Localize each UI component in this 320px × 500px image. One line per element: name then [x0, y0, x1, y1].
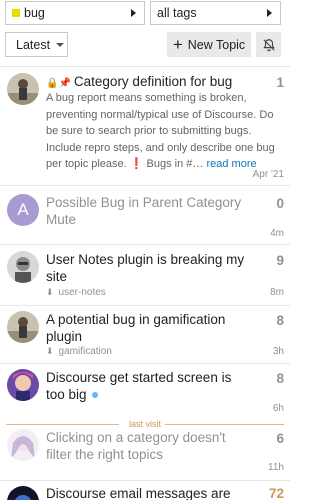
topic-tag[interactable]: ⬇ gamification: [46, 346, 112, 357]
activity-age[interactable]: 6h: [273, 403, 284, 414]
reply-count[interactable]: 8: [276, 371, 284, 386]
topic-row[interactable]: Discourse email messages are 72: [0, 480, 290, 500]
caret-right-icon: [267, 9, 272, 17]
avatar[interactable]: [7, 369, 39, 401]
avatar[interactable]: [7, 429, 39, 461]
last-visit-line-right: [165, 424, 284, 425]
topic-title[interactable]: A potential bug in gamification plugin: [46, 311, 246, 345]
tags-dropdown-label: all tags: [157, 6, 197, 20]
new-topic-label: New Topic: [187, 37, 246, 52]
tags-dropdown[interactable]: all tags: [150, 1, 281, 25]
topic-title[interactable]: User Notes plugin is breaking my site: [46, 251, 246, 285]
tag-label: gamification: [58, 346, 112, 357]
tag-icon: ⬇: [46, 287, 54, 297]
topic-row[interactable]: Discourse get started screen is too big …: [0, 363, 290, 418]
topic-title[interactable]: Discourse get started screen is too big: [46, 369, 246, 403]
reply-count[interactable]: 1: [276, 75, 284, 90]
bell-slash-icon: [262, 38, 275, 51]
avatar-letter: A: [17, 200, 29, 219]
topic-title[interactable]: Possible Bug in Parent Category Mute: [46, 194, 246, 228]
category-dropdown-label: bug: [24, 6, 45, 20]
sort-dropdown[interactable]: Latest: [5, 32, 68, 57]
reply-count[interactable]: 8: [276, 313, 284, 328]
read-more-link[interactable]: read more: [206, 158, 256, 170]
topic-row[interactable]: A potential bug in gamification plugin ⬇…: [0, 305, 290, 362]
avatar[interactable]: [7, 311, 39, 343]
sort-label: Latest: [16, 37, 51, 52]
plus-icon: +: [172, 35, 183, 54]
caret-right-icon: [131, 9, 136, 17]
topic-title-text: Category definition for bug: [73, 74, 233, 89]
activity-age[interactable]: 11h: [268, 462, 284, 473]
topic-row[interactable]: User Notes plugin is breaking my site ⬇ u…: [0, 244, 290, 304]
topic-row[interactable]: A Possible Bug in Parent Category Mute 0…: [0, 185, 290, 243]
avatar[interactable]: [7, 486, 39, 500]
category-color-swatch: [12, 9, 20, 17]
topic-title[interactable]: Clicking on a category doesn't filter th…: [46, 429, 246, 463]
category-dropdown[interactable]: bug: [5, 1, 145, 25]
topic-row-pinned[interactable]: 🔒📌 Category definition for bug A bug repo…: [0, 66, 290, 184]
activity-age[interactable]: 4m: [270, 228, 284, 239]
activity-age[interactable]: 8m: [270, 287, 284, 298]
reply-count[interactable]: 6: [276, 431, 284, 446]
tag-label: user-notes: [58, 287, 106, 298]
avatar[interactable]: [7, 73, 39, 105]
last-visit-divider: last visit: [0, 419, 290, 429]
tag-icon: ⬇: [46, 346, 54, 356]
topic-row[interactable]: Clicking on a category doesn't filter th…: [0, 429, 290, 479]
reply-count[interactable]: 72: [269, 486, 284, 500]
activity-age[interactable]: Apr '21: [253, 169, 284, 180]
topic-title[interactable]: Discourse email messages are: [46, 485, 246, 500]
notification-level-button[interactable]: [256, 32, 281, 57]
reply-count[interactable]: 9: [276, 253, 284, 268]
avatar[interactable]: A: [7, 194, 39, 226]
reply-count[interactable]: 0: [276, 196, 284, 211]
topic-title-text: Discourse get started screen is too big: [46, 370, 232, 402]
topic-excerpt: A bug report means something is broken, …: [46, 90, 282, 173]
topic-tag[interactable]: ⬇ user-notes: [46, 287, 106, 298]
avatar[interactable]: [7, 251, 39, 283]
chevron-down-icon: [56, 42, 65, 47]
activity-age[interactable]: 3h: [273, 346, 284, 357]
exclamation-icon: ❗: [129, 158, 144, 170]
new-topic-dot: [91, 392, 98, 399]
new-topic-button[interactable]: + New Topic: [167, 32, 251, 57]
excerpt-text-cont: Bugs in #…: [143, 158, 204, 170]
